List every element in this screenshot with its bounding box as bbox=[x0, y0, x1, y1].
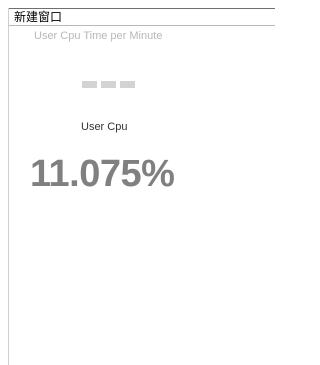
placeholder-bar bbox=[101, 81, 116, 88]
window-title: 新建窗口 bbox=[14, 10, 63, 24]
metric-value: 11.075% bbox=[30, 153, 175, 195]
widget-window: 新建窗口 User Cpu Time per Minute User Cpu 1… bbox=[8, 8, 275, 365]
widget-subtitle: User Cpu Time per Minute bbox=[34, 30, 163, 42]
window-titlebar[interactable]: 新建窗口 bbox=[9, 8, 275, 26]
placeholder-bar bbox=[120, 81, 135, 88]
placeholder-bar bbox=[82, 81, 97, 88]
metric-label: User Cpu bbox=[81, 121, 128, 133]
